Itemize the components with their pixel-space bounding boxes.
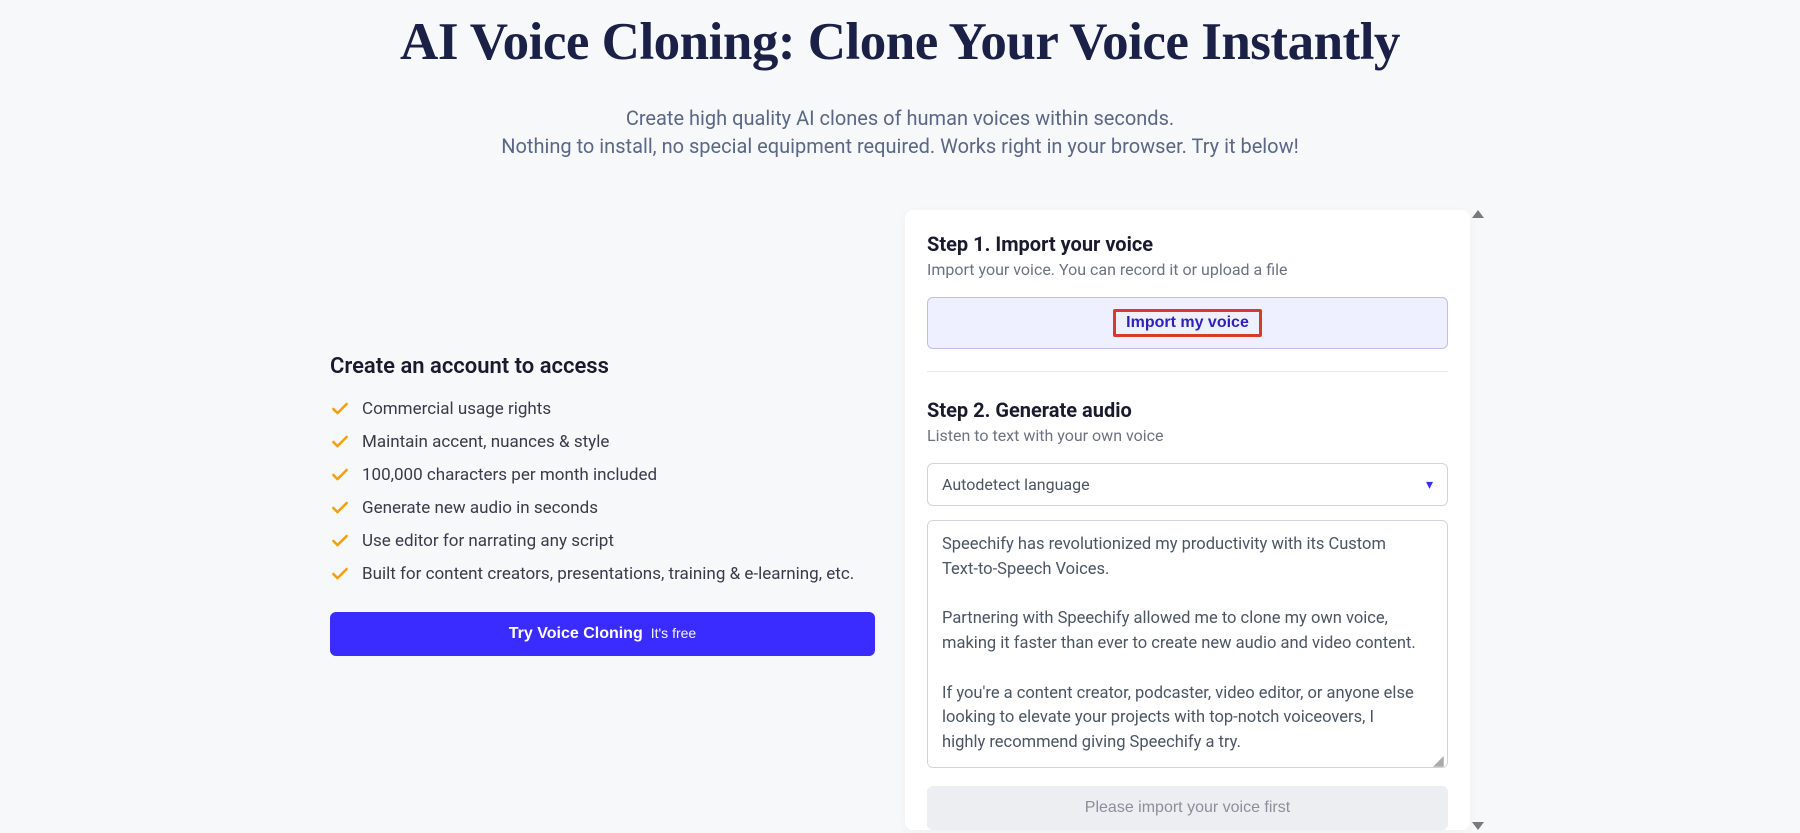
feature-text: 100,000 characters per month included [362,465,657,485]
feature-text: Use editor for narrating any script [362,531,614,551]
step1-subtitle: Import your voice. You can record it or … [927,260,1448,279]
check-icon [330,465,350,485]
step2-subtitle: Listen to text with your own voice [927,426,1448,445]
language-select[interactable]: Autodetect language ▾ [927,463,1448,506]
step2-title: Step 2. Generate audio [927,398,1448,422]
step1-title: Step 1. Import your voice [927,232,1448,256]
account-benefits-section: Create an account to access Commercial u… [330,210,875,830]
list-item: Maintain accent, nuances & style [330,432,875,452]
voice-clone-panel: Step 1. Import your voice Import your vo… [905,210,1470,830]
feature-text: Maintain accent, nuances & style [362,432,609,452]
scroll-down-icon[interactable] [1472,822,1484,830]
scroll-up-icon[interactable] [1472,210,1484,218]
divider [927,371,1448,372]
check-icon [330,498,350,518]
feature-text: Built for content creators, presentation… [362,564,854,584]
list-item: Built for content creators, presentation… [330,564,875,584]
list-item: Generate new audio in seconds [330,498,875,518]
script-textarea-wrap: ◢ [927,520,1448,768]
page-subtitle: Create high quality AI clones of human v… [0,104,1800,160]
list-item: Use editor for narrating any script [330,531,875,551]
script-textarea[interactable] [928,521,1447,767]
import-voice-label: Import my voice [1113,309,1262,337]
cta-light-text: It's free [651,625,696,641]
language-selected-value: Autodetect language [942,475,1090,494]
list-item: 100,000 characters per month included [330,465,875,485]
list-item: Commercial usage rights [330,399,875,419]
import-voice-button[interactable]: Import my voice [927,297,1448,349]
subtitle-line-1: Create high quality AI clones of human v… [626,106,1174,130]
check-icon [330,432,350,452]
check-icon [330,399,350,419]
feature-list: Commercial usage rights Maintain accent,… [330,399,875,584]
benefits-heading: Create an account to access [330,354,875,379]
try-voice-cloning-button[interactable]: Try Voice Cloning It's free [330,612,875,656]
cta-bold-text: Try Voice Cloning [509,625,643,643]
subtitle-line-2: Nothing to install, no special equipment… [501,134,1299,158]
feature-text: Generate new audio in seconds [362,498,598,518]
feature-text: Commercial usage rights [362,399,551,419]
check-icon [330,531,350,551]
chevron-down-icon: ▾ [1426,477,1433,493]
check-icon [330,564,350,584]
generate-disabled-button: Please import your voice first [927,786,1448,830]
page-title: AI Voice Cloning: Clone Your Voice Insta… [0,12,1800,72]
